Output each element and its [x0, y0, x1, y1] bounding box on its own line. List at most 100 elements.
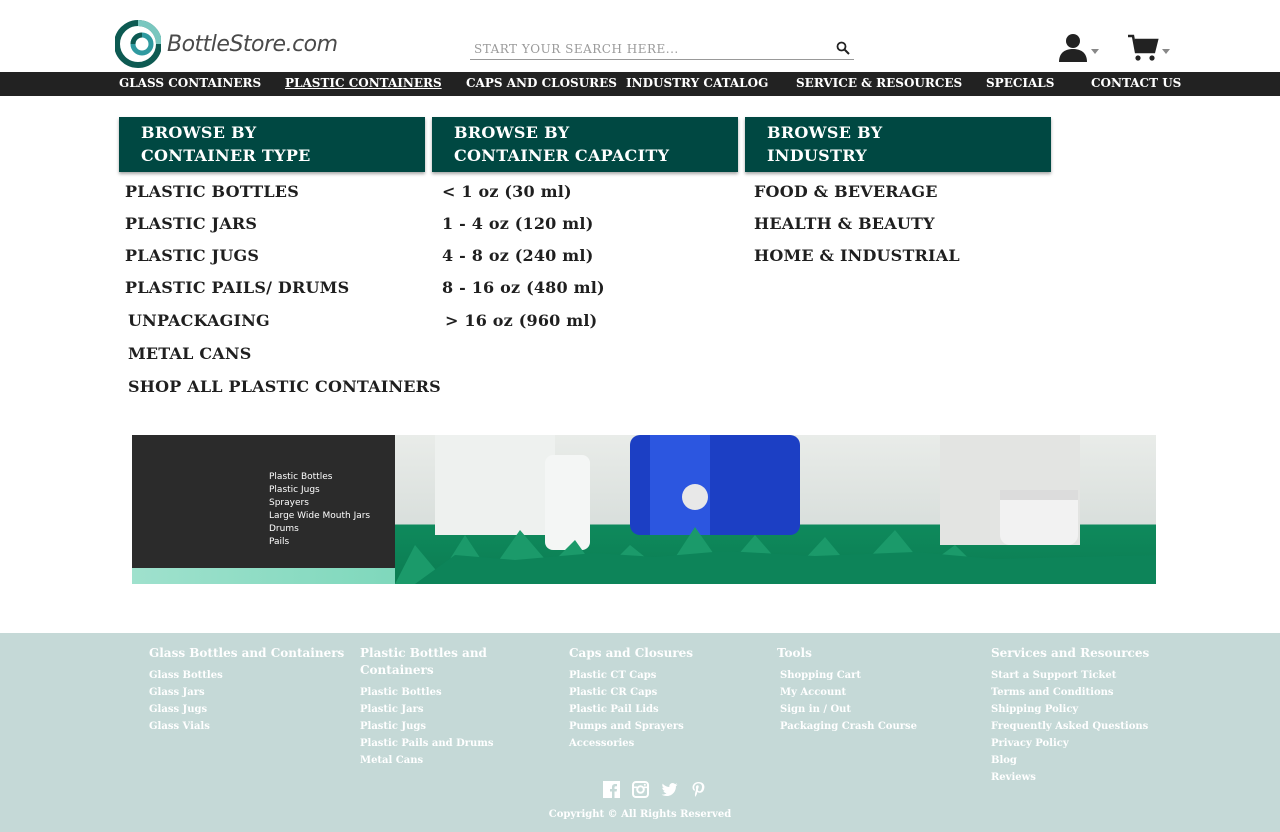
menu-heading-container-capacity: BROWSE BY CONTAINER CAPACITY — [432, 117, 738, 172]
menu-item-metal-cans[interactable]: METAL CANS — [128, 344, 252, 363]
facebook-icon[interactable] — [603, 781, 620, 798]
menu-item-plastic-jars[interactable]: PLASTIC JARS — [125, 214, 257, 233]
social-links — [603, 781, 707, 798]
logo-text: BottleStore.com — [167, 31, 338, 57]
nav-contact-us[interactable]: CONTACT US — [1091, 76, 1181, 90]
footer-link[interactable]: Shopping Cart — [780, 667, 917, 684]
footer-link[interactable]: Glass Jars — [149, 684, 344, 701]
banner-list-item: Plastic Jugs — [269, 485, 320, 495]
banner-list-item: Sprayers — [269, 498, 309, 508]
menu-item-plastic-pails-drums[interactable]: PLASTIC PAILS/ DRUMS — [125, 278, 349, 297]
footer-link[interactable]: Plastic Jugs — [360, 718, 494, 735]
banner-text-panel: Plastic Bottles Plastic Jugs Sprayers La… — [132, 435, 395, 568]
nav-plastic-containers[interactable]: PLASTIC CONTAINERS — [285, 76, 442, 90]
footer-link[interactable]: Blog — [991, 752, 1149, 769]
nav-specials[interactable]: SPECIALS — [986, 76, 1054, 90]
footer-col-glass: Glass Bottles and Containers Glass Bottl… — [149, 645, 344, 735]
banner-product-photo — [395, 435, 1156, 584]
menu-item-capacity-4-8oz[interactable]: 4 - 8 oz (240 ml) — [442, 246, 593, 265]
banner-accent-strip — [132, 568, 395, 584]
search-bar — [470, 38, 854, 60]
footer-link[interactable]: Plastic Pail Lids — [569, 701, 693, 718]
footer-link[interactable]: Plastic CT Caps — [569, 667, 693, 684]
nav-industry-catalog[interactable]: INDUSTRY CATALOG — [626, 76, 768, 90]
footer-heading: Caps and Closures — [569, 646, 694, 660]
menu-item-health-beauty[interactable]: HEALTH & BEAUTY — [754, 214, 935, 233]
menu-heading-line: BROWSE BY — [141, 123, 257, 142]
chevron-down-icon — [1091, 49, 1099, 54]
footer-heading: Plastic Bottles and Containers — [360, 645, 494, 679]
account-menu[interactable] — [1058, 32, 1099, 66]
site-header: BottleStore.com — [0, 0, 1280, 72]
footer-col-tools: Tools Shopping Cart My Account Sign in /… — [777, 645, 917, 735]
footer-link[interactable]: Glass Bottles — [149, 667, 344, 684]
banner-list-item: Pails — [269, 537, 290, 547]
plastic-containers-mega-menu: BROWSE BY CONTAINER TYPE BROWSE BY CONTA… — [0, 96, 1280, 435]
footer-link[interactable]: Plastic Bottles — [360, 684, 494, 701]
menu-heading-industry: BROWSE BY INDUSTRY — [745, 117, 1051, 172]
menu-heading-line: INDUSTRY — [767, 146, 868, 165]
chevron-down-icon — [1162, 49, 1170, 54]
footer-heading-line: Containers — [360, 663, 434, 677]
cart-menu[interactable] — [1127, 34, 1170, 66]
pinterest-icon[interactable] — [690, 781, 707, 798]
menu-heading-line: CONTAINER TYPE — [141, 146, 311, 165]
footer-link[interactable]: Plastic Pails and Drums — [360, 735, 494, 752]
footer-link[interactable]: Glass Jugs — [149, 701, 344, 718]
footer-link[interactable]: My Account — [780, 684, 917, 701]
footer-link[interactable]: Metal Cans — [360, 752, 494, 769]
menu-item-shop-all-plastic[interactable]: SHOP ALL PLASTIC CONTAINERS — [128, 377, 441, 396]
menu-heading-line: BROWSE BY — [767, 123, 883, 142]
banner-product-list: Plastic Bottles Plastic Jugs Sprayers La… — [269, 471, 370, 549]
user-icon — [1058, 32, 1088, 66]
footer-heading: Tools — [777, 646, 812, 660]
hero-banner[interactable]: Plastic Bottles Plastic Jugs Sprayers La… — [132, 435, 1156, 584]
search-icon[interactable] — [836, 40, 850, 59]
footer-link[interactable]: Sign in / Out — [780, 701, 917, 718]
footer-link[interactable]: Shipping Policy — [991, 701, 1149, 718]
menu-heading-container-type: BROWSE BY CONTAINER TYPE — [119, 117, 425, 172]
footer-link[interactable]: Glass Vials — [149, 718, 344, 735]
main-nav: GLASS CONTAINERS PLASTIC CONTAINERS CAPS… — [0, 72, 1280, 96]
footer-link[interactable]: Privacy Policy — [991, 735, 1149, 752]
search-input[interactable] — [470, 38, 810, 60]
menu-heading-line: CONTAINER CAPACITY — [454, 146, 670, 165]
footer-link[interactable]: Packaging Crash Course — [780, 718, 917, 735]
footer-link[interactable]: Accessories — [569, 735, 693, 752]
twitter-icon[interactable] — [661, 781, 678, 798]
instagram-icon[interactable] — [632, 781, 649, 798]
nav-glass-containers[interactable]: GLASS CONTAINERS — [119, 76, 261, 90]
logo[interactable]: BottleStore.com — [114, 19, 338, 69]
footer-link[interactable]: Pumps and Sprayers — [569, 718, 693, 735]
footer-link[interactable]: Plastic CR Caps — [569, 684, 693, 701]
footer-col-plastic: Plastic Bottles and Containers Plastic B… — [360, 645, 494, 769]
footer-heading-line: Plastic Bottles and — [360, 646, 487, 660]
menu-item-food-beverage[interactable]: FOOD & BEVERAGE — [754, 182, 938, 201]
site-footer: Glass Bottles and Containers Glass Bottl… — [0, 633, 1280, 832]
banner-list-item: Plastic Bottles — [269, 472, 333, 482]
shopping-cart-icon — [1127, 34, 1159, 66]
menu-item-capacity-over-16oz[interactable]: > 16 oz (960 ml) — [445, 311, 597, 330]
footer-heading: Services and Resources — [991, 646, 1150, 660]
logo-mark-icon — [114, 19, 162, 69]
footer-col-caps: Caps and Closures Plastic CT Caps Plasti… — [569, 645, 693, 752]
footer-col-services: Services and Resources Start a Support T… — [991, 645, 1149, 786]
menu-item-plastic-jugs[interactable]: PLASTIC JUGS — [125, 246, 259, 265]
banner-list-item: Large Wide Mouth Jars — [269, 511, 371, 521]
footer-link[interactable]: Plastic Jars — [360, 701, 494, 718]
footer-link[interactable]: Terms and Conditions — [991, 684, 1149, 701]
footer-link[interactable]: Reviews — [991, 769, 1149, 786]
menu-item-capacity-8-16oz[interactable]: 8 - 16 oz (480 ml) — [442, 278, 605, 297]
menu-heading-line: BROWSE BY — [454, 123, 570, 142]
menu-item-capacity-1-4oz[interactable]: 1 - 4 oz (120 ml) — [442, 214, 593, 233]
menu-item-plastic-bottles[interactable]: PLASTIC BOTTLES — [125, 182, 299, 201]
nav-caps-and-closures[interactable]: CAPS AND CLOSURES — [466, 76, 617, 90]
menu-item-capacity-under-1oz[interactable]: < 1 oz (30 ml) — [442, 182, 572, 201]
nav-service-resources[interactable]: SERVICE & RESOURCES — [796, 76, 962, 90]
footer-link[interactable]: Frequently Asked Questions — [991, 718, 1149, 735]
copyright-text: Copyright © All Rights Reserved — [548, 809, 732, 820]
footer-link[interactable]: Start a Support Ticket — [991, 667, 1149, 684]
banner-list-item: Drums — [269, 524, 299, 534]
menu-item-home-industrial[interactable]: HOME & INDUSTRIAL — [754, 246, 960, 265]
menu-item-unpackaging[interactable]: UNPACKAGING — [128, 311, 270, 330]
